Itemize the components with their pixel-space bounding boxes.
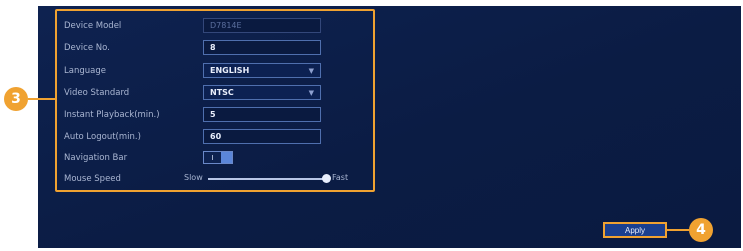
toggle-state-text: I (204, 152, 221, 163)
callout-4-leader (667, 229, 689, 231)
instant-playback-input[interactable]: 5 (203, 107, 321, 122)
mouse-speed-label: Mouse Speed (64, 174, 121, 184)
callout-4: 4 (689, 218, 713, 242)
auto-logout-row: Auto Logout(min.) (64, 128, 204, 146)
slider-handle[interactable] (322, 174, 331, 183)
auto-logout-input[interactable]: 60 (203, 129, 321, 144)
toggle-knob (220, 152, 232, 163)
device-model-field: D7814E (203, 18, 321, 33)
video-standard-select[interactable]: NTSC ▼ (203, 85, 321, 100)
video-standard-label: Video Standard (64, 88, 130, 98)
chevron-down-icon: ▼ (308, 67, 314, 75)
device-no-label: Device No. (64, 43, 110, 53)
navigation-bar-label: Navigation Bar (64, 153, 128, 163)
callout-3: 3 (4, 87, 28, 111)
instant-playback-row: Instant Playback(min.) (64, 106, 204, 124)
video-standard-value: NTSC (210, 88, 234, 97)
device-no-input[interactable]: 8 (203, 40, 321, 55)
navigation-bar-row: Navigation Bar (64, 149, 204, 167)
apply-button[interactable]: Apply (603, 222, 667, 238)
device-model-row: Device Model (64, 17, 204, 35)
instant-playback-label: Instant Playback(min.) (64, 110, 160, 120)
language-value: ENGLISH (210, 66, 250, 75)
chevron-down-icon: ▼ (308, 89, 314, 97)
device-no-row: Device No. (64, 39, 204, 57)
mouse-speed-row: Mouse Speed (64, 170, 204, 188)
mouse-speed-slider[interactable]: Slow Fast (184, 172, 374, 186)
language-label: Language (64, 66, 106, 76)
language-row: Language (64, 62, 204, 80)
navigation-bar-toggle[interactable]: I (203, 151, 233, 164)
video-standard-row: Video Standard (64, 84, 204, 102)
auto-logout-label: Auto Logout(min.) (64, 132, 141, 142)
slider-fast-label: Fast (332, 173, 349, 182)
slider-track[interactable] (208, 178, 326, 180)
callout-3-leader (28, 98, 56, 100)
slider-slow-label: Slow (184, 173, 203, 182)
language-select[interactable]: ENGLISH ▼ (203, 63, 321, 78)
device-model-label: Device Model (64, 21, 122, 31)
